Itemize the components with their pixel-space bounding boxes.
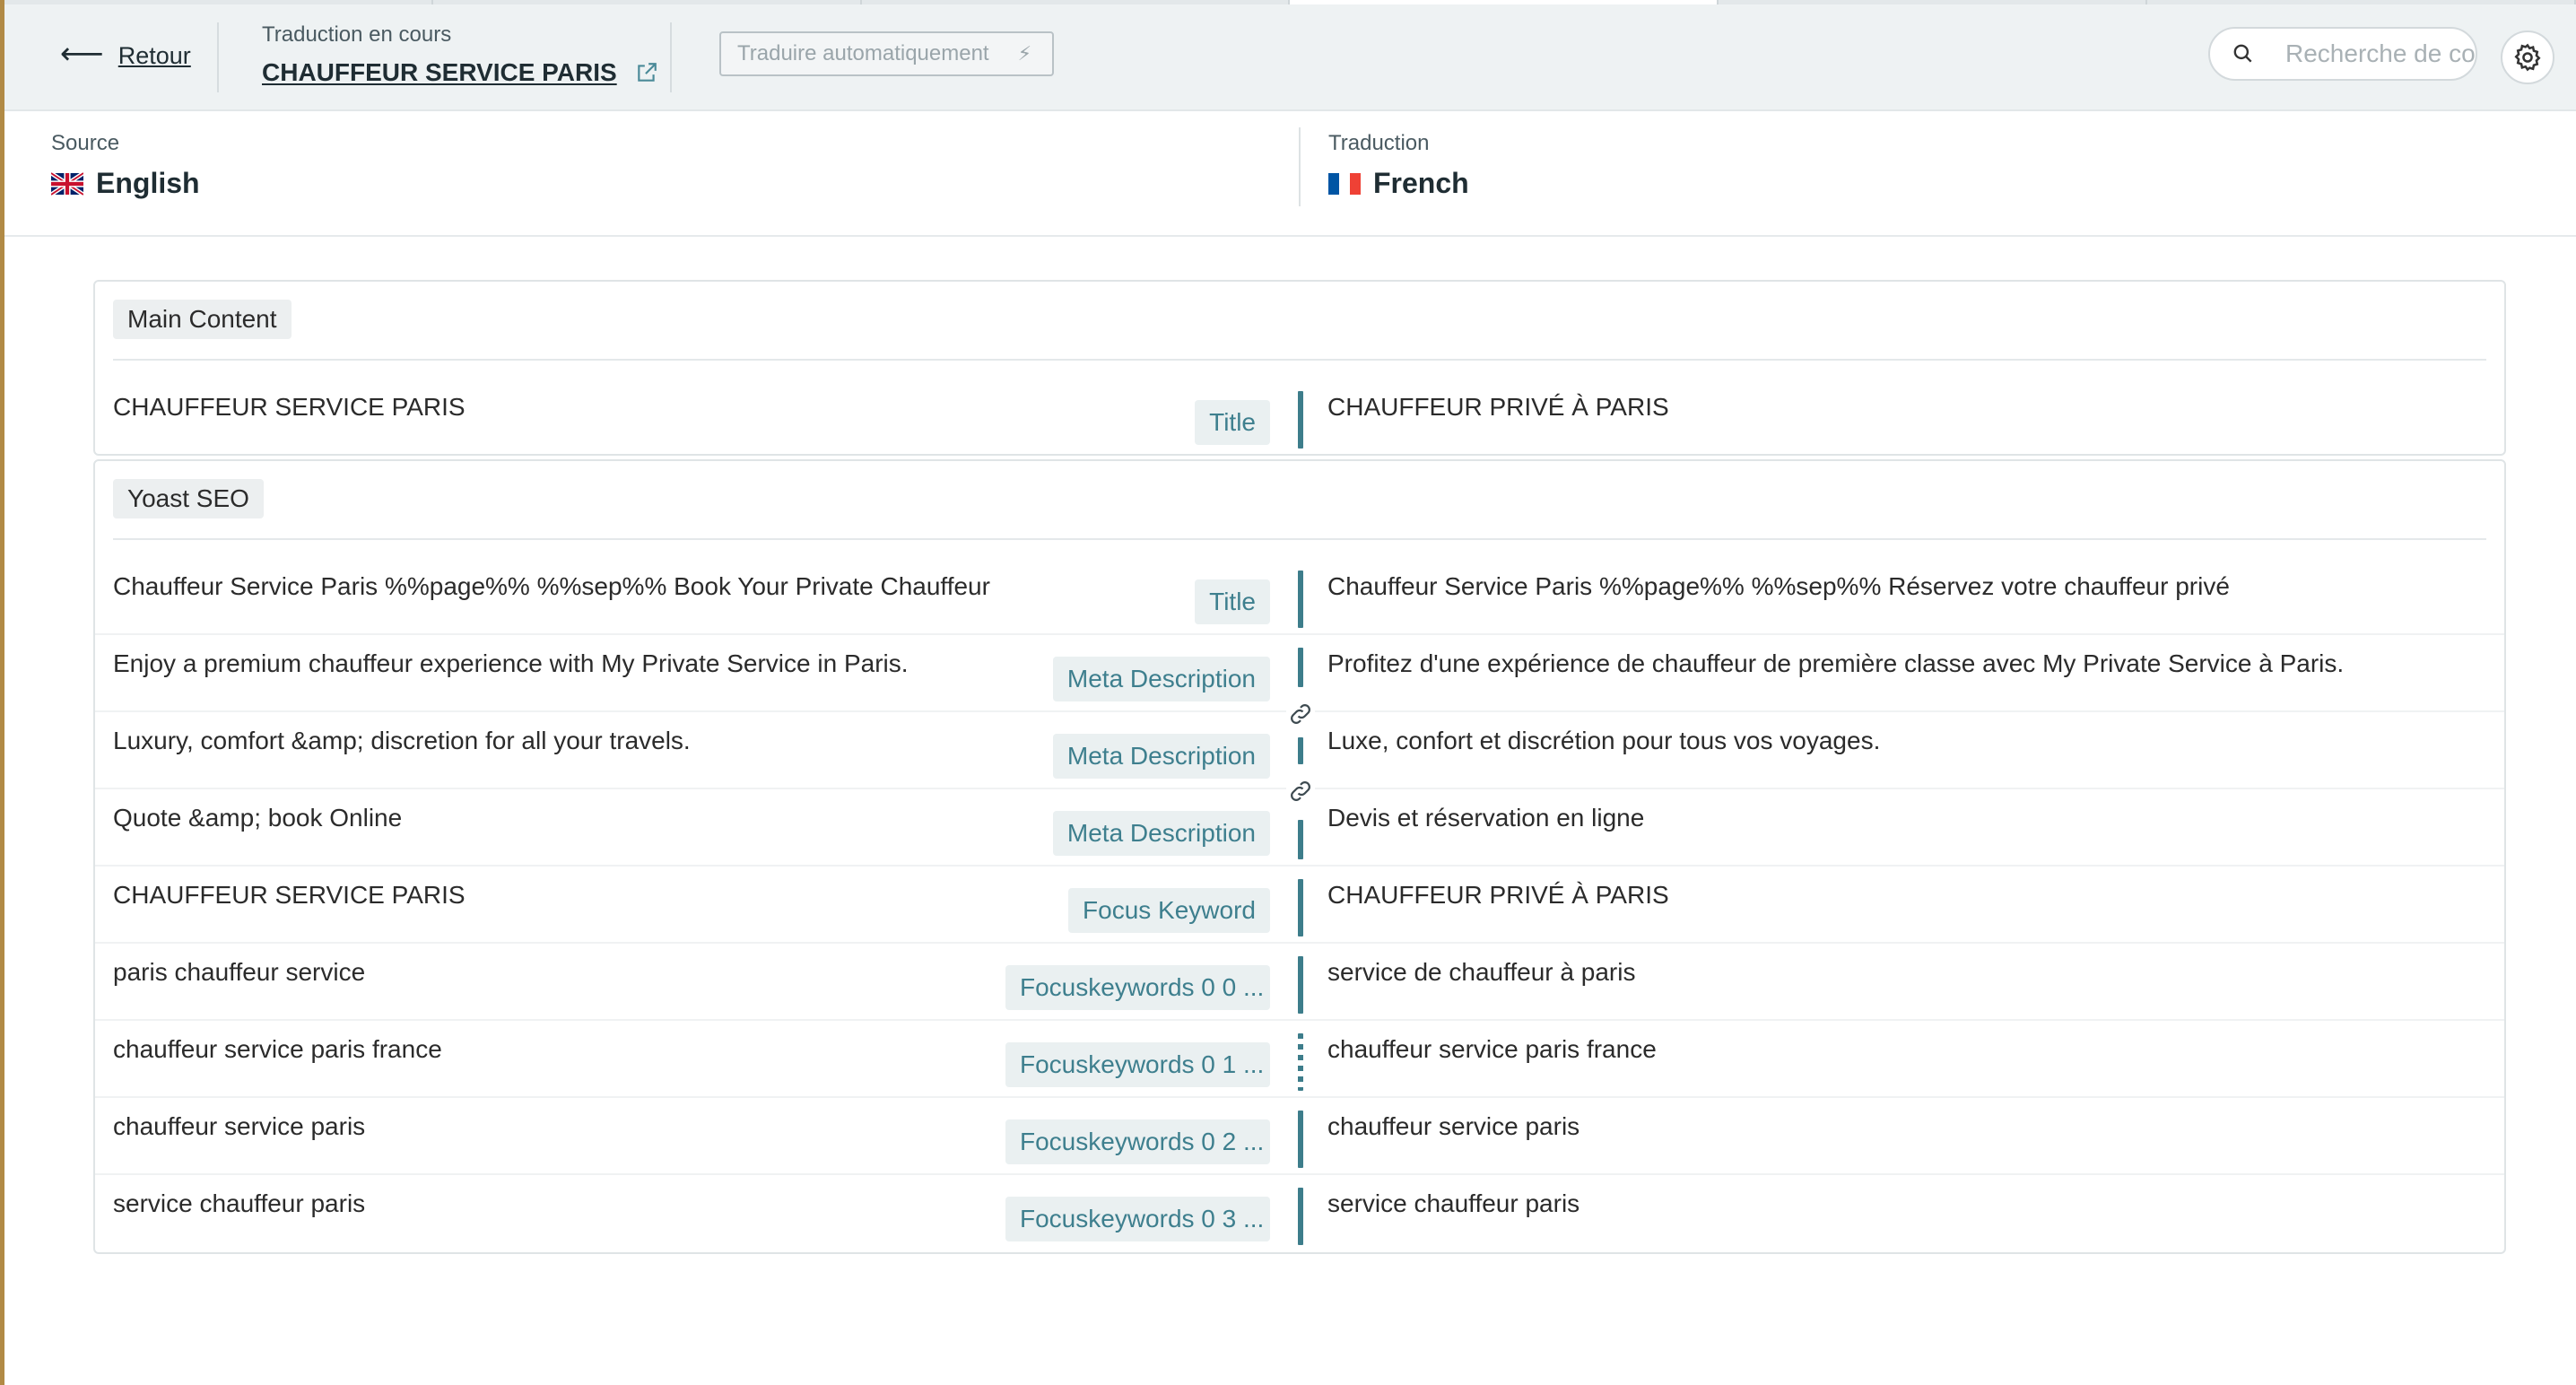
settings-button[interactable]	[2501, 30, 2554, 84]
section-divider	[113, 359, 2486, 361]
target-text[interactable]: service de chauffeur à paris	[1327, 958, 1635, 987]
search-icon	[2233, 44, 2252, 63]
target-language-name: French	[1373, 167, 1469, 199]
field-tag: Meta Description	[1052, 734, 1270, 779]
translation-caption: Traduction en cours	[262, 22, 452, 47]
source-text: Chauffeur Service Paris %%page%% %%sep%%…	[113, 572, 990, 600]
source-language: Source English	[51, 131, 200, 200]
field-tag: Meta Description	[1052, 657, 1270, 701]
field-tag: Title	[1195, 400, 1270, 445]
translation-row[interactable]: chauffeur service paris france Focuskeyw…	[95, 1019, 2504, 1098]
france-flag-icon	[1328, 172, 1361, 195]
language-divider	[1299, 127, 1301, 206]
source-language-name: English	[96, 167, 200, 199]
header-divider	[217, 22, 219, 92]
section-divider	[113, 538, 2486, 540]
arrow-left-icon: ⟵	[60, 37, 104, 71]
status-bar-untranslated	[1298, 1033, 1303, 1091]
target-text[interactable]: CHAUFFEUR PRIVÉ À PARIS	[1327, 393, 1669, 422]
search-box[interactable]	[2208, 27, 2477, 81]
target-text[interactable]: service chauffeur paris	[1327, 1189, 1580, 1218]
language-bar: Source English Traduction French	[4, 111, 2576, 237]
section-main-content: Main Content CHAUFFEUR SERVICE PARIS Tit…	[93, 280, 2506, 456]
status-bar	[1298, 820, 1303, 859]
status-bar	[1298, 1111, 1303, 1168]
status-bar	[1298, 1188, 1303, 1245]
uk-flag-icon	[51, 171, 83, 196]
status-bar	[1298, 648, 1303, 687]
field-tag: Focus Keyword	[1068, 888, 1270, 933]
source-text: chauffeur service paris france	[113, 1035, 442, 1063]
field-tag: Focuskeywords 0 2 ...	[1005, 1119, 1270, 1164]
back-link[interactable]: ⟵ Retour	[60, 37, 191, 71]
source-text: chauffeur service paris	[113, 1112, 366, 1140]
lightning-icon: ⚡︎	[1017, 42, 1032, 65]
translation-row[interactable]: service chauffeur paris Focuskeywords 0 …	[95, 1173, 2504, 1250]
search-input[interactable]	[2285, 39, 2476, 68]
source-caption: Source	[51, 131, 120, 155]
translation-header: ⟵ Retour Traduction en cours CHAUFFEUR S…	[4, 4, 2576, 111]
source-text: service chauffeur paris	[113, 1189, 366, 1217]
auto-translate-label: Traduire automatiquement	[737, 41, 989, 65]
target-text[interactable]: chauffeur service paris	[1327, 1112, 1580, 1141]
translation-row[interactable]: Chauffeur Service Paris %%page%% %%sep%%…	[95, 556, 2504, 635]
status-bar	[1298, 391, 1303, 449]
target-text[interactable]: CHAUFFEUR PRIVÉ À PARIS	[1327, 881, 1669, 910]
source-text: Quote &amp; book Online	[113, 804, 403, 832]
target-caption: Traduction	[1328, 131, 1430, 155]
translation-row[interactable]: paris chauffeur service Focuskeywords 0 …	[95, 942, 2504, 1021]
target-text[interactable]: Chauffeur Service Paris %%page%% %%sep%%…	[1327, 572, 2230, 601]
field-tag: Focuskeywords 0 0 ...	[1005, 965, 1270, 1010]
link-icon[interactable]	[1286, 777, 1315, 806]
section-yoast-seo: Yoast SEO Chauffeur Service Paris %%page…	[93, 459, 2506, 1254]
target-text[interactable]: Luxe, confort et discrétion pour tous vo…	[1327, 727, 1880, 755]
target-text[interactable]: Profitez d'une expérience de chauffeur d…	[1327, 649, 2344, 678]
source-text: Luxury, comfort &amp; discretion for all…	[113, 727, 691, 754]
source-text: Enjoy a premium chauffeur experience wit…	[113, 649, 909, 677]
translation-row[interactable]: CHAUFFEUR SERVICE PARIS Focus Keyword CH…	[95, 865, 2504, 944]
field-tag: Title	[1195, 579, 1270, 624]
source-text: paris chauffeur service	[113, 958, 366, 986]
header-divider	[670, 22, 672, 92]
back-link-label: Retour	[117, 41, 191, 69]
translation-row[interactable]: chauffeur service paris Focuskeywords 0 …	[95, 1096, 2504, 1175]
field-tag: Meta Description	[1052, 811, 1270, 856]
target-text[interactable]: Devis et réservation en ligne	[1327, 804, 1644, 832]
translation-title-link[interactable]: CHAUFFEUR SERVICE PARIS	[262, 58, 617, 87]
target-text[interactable]: chauffeur service paris france	[1327, 1035, 1657, 1064]
section-title: Main Content	[113, 300, 292, 339]
field-tag: Focuskeywords 0 3 ...	[1005, 1197, 1270, 1241]
status-bar	[1298, 737, 1303, 764]
source-text: CHAUFFEUR SERVICE PARIS	[113, 393, 466, 421]
target-language: Traduction French	[1328, 131, 1469, 200]
field-tag: Focuskeywords 0 1 ...	[1005, 1042, 1270, 1087]
translation-row[interactable]: CHAUFFEUR SERVICE PARIS Title CHAUFFEUR …	[95, 377, 2504, 454]
link-icon[interactable]	[1286, 700, 1315, 728]
source-text: CHAUFFEUR SERVICE PARIS	[113, 881, 466, 909]
external-link-icon[interactable]	[635, 61, 658, 84]
status-bar	[1298, 571, 1303, 628]
gear-icon	[2514, 43, 2541, 72]
auto-translate-button[interactable]: Traduire automatiquement ⚡︎	[719, 31, 1054, 76]
status-bar	[1298, 956, 1303, 1014]
status-bar	[1298, 879, 1303, 936]
section-title: Yoast SEO	[113, 479, 264, 518]
translation-info: Traduction en cours CHAUFFEUR SERVICE PA…	[262, 22, 658, 87]
